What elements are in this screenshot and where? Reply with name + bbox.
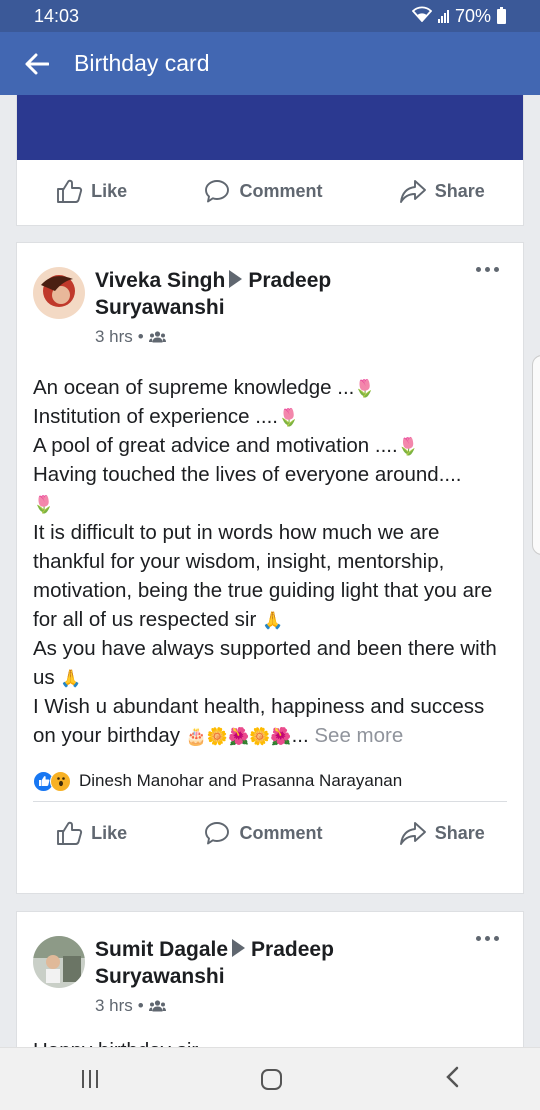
thumbs-up-icon [57, 179, 83, 203]
recent-apps-icon[interactable] [81, 1070, 98, 1088]
thumbs-up-icon [57, 821, 83, 845]
sunflower-emoji: 🌼 [249, 727, 271, 746]
pray-emoji: 🙏 [262, 611, 284, 630]
cake-emoji: 🎂 [185, 727, 207, 746]
author-name[interactable]: Sumit Dagale [95, 938, 228, 961]
more-options-icon[interactable] [476, 267, 499, 272]
reaction-names: Dinesh Manohar and Prasanna Narayanan [79, 771, 403, 790]
wifi-icon [411, 6, 433, 27]
page-title: Birthday card [74, 50, 210, 76]
author-name[interactable]: Viveka Singh [95, 269, 225, 292]
share-button[interactable]: Share [399, 177, 485, 205]
share-button[interactable]: Share [399, 819, 485, 847]
battery-icon [497, 6, 506, 24]
comment-button[interactable]: Comment [203, 177, 322, 205]
post-card: Sumit Dagale Pradeep Suryawanshi 3 hrs • … [16, 911, 524, 1047]
hibiscus-emoji: 🌺 [228, 727, 250, 746]
post-author-line: Viveka Singh Pradeep Suryawanshi [95, 267, 455, 321]
comment-button[interactable]: Comment [203, 819, 322, 847]
hibiscus-emoji: 🌺 [270, 727, 292, 746]
scrollbar[interactable] [532, 355, 540, 555]
tulip-emoji: 🌷 [278, 408, 300, 427]
cover-image [17, 95, 523, 160]
sunflower-emoji: 🌼 [206, 727, 229, 746]
system-nav-bar [0, 1047, 540, 1110]
post-author-line: Sumit Dagale Pradeep Suryawanshi [95, 936, 455, 990]
action-row: Like Comment Share [17, 160, 523, 222]
arrow-right-icon [232, 939, 246, 957]
post-text: Happy birthday sir [17, 1036, 523, 1047]
signal-icon [437, 9, 449, 23]
avatar[interactable] [33, 267, 85, 319]
see-more-link[interactable]: See more [314, 724, 403, 747]
battery-percent: 70% [454, 5, 491, 26]
previous-post-card: Like Comment Share [16, 95, 524, 226]
post-text: An ocean of supreme knowledge ...🌷 Insti… [33, 376, 497, 747]
wow-reaction-icon [50, 770, 71, 792]
tulip-emoji: 🌷 [397, 437, 419, 456]
avatar[interactable] [33, 936, 85, 988]
post-time[interactable]: 3 hrs [95, 327, 133, 347]
share-icon [399, 180, 426, 203]
tulip-emoji: 🌷 [33, 495, 55, 514]
comment-icon [205, 822, 230, 845]
post-card: Viveka Singh Pradeep Suryawanshi 3 hrs • … [16, 242, 524, 894]
feed[interactable]: Like Comment Share Viveka Singh Pradeep S… [0, 95, 540, 1047]
arrow-right-icon [229, 270, 243, 288]
home-icon[interactable] [260, 1068, 282, 1090]
like-button[interactable]: Like [55, 819, 127, 847]
friends-icon [148, 1000, 166, 1012]
post-time[interactable]: 3 hrs [95, 996, 133, 1016]
status-time: 14:03 [34, 5, 80, 26]
pray-emoji: 🙏 [60, 669, 82, 688]
back-arrow-icon[interactable] [0, 32, 74, 95]
reactions-summary[interactable]: Dinesh Manohar and Prasanna Narayanan [17, 770, 523, 792]
friends-icon [148, 331, 166, 343]
more-options-icon[interactable] [476, 936, 499, 941]
action-row: Like Comment Share [17, 802, 523, 864]
share-icon [399, 822, 426, 845]
status-bar: 14:03 70% [0, 0, 540, 32]
back-icon[interactable] [445, 1066, 459, 1093]
comment-icon [205, 180, 230, 203]
tulip-emoji: 🌷 [354, 379, 376, 398]
app-bar: Birthday card [0, 32, 540, 95]
like-button[interactable]: Like [55, 177, 127, 205]
